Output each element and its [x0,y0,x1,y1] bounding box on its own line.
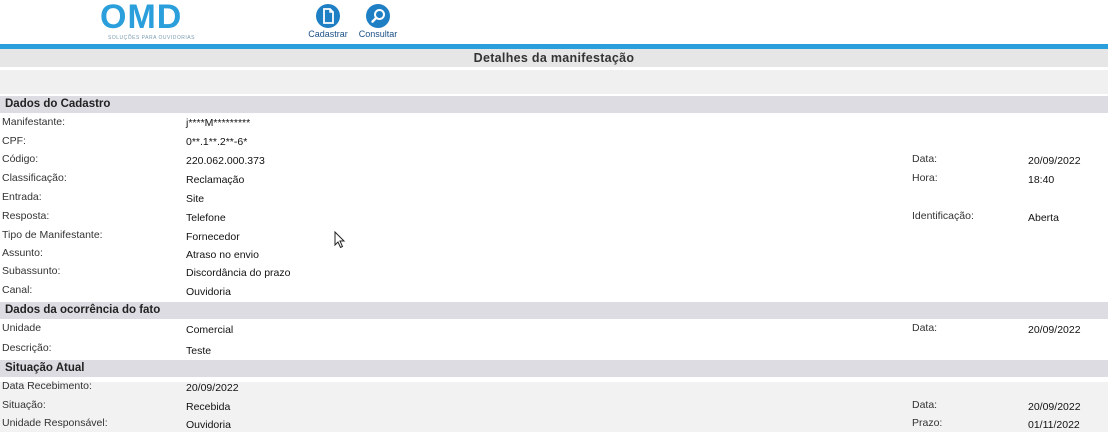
value-classificacao: Reclamação [186,174,245,186]
label-cpf: CPF: [2,135,26,147]
logo-text: OMD [100,0,183,36]
value-data-cadastro: 20/09/2022 [1028,155,1081,167]
cadastrar-button[interactable]: Cadastrar [305,4,351,39]
cadastrar-label: Cadastrar [308,29,348,39]
consultar-label: Consultar [358,29,398,39]
label-canal: Canal: [2,284,33,296]
label-assunto: Assunto: [2,247,43,259]
consultar-button[interactable]: Consultar [356,4,400,39]
search-icon [366,4,390,28]
value-data-recebimento: 20/09/2022 [186,382,239,394]
value-data-situacao: 20/09/2022 [1028,401,1081,413]
section-header-situacao: Situação Atual [0,360,1108,377]
label-classificacao: Classificação: [2,172,67,184]
label-entrada: Entrada: [2,191,42,203]
value-situacao: Recebida [186,401,231,413]
app-header: OMD SOLUÇÕES PARA OUVIDORIAS Cadastrar C… [0,0,1108,44]
label-unidade: Unidade [2,322,42,334]
mouse-pointer-icon [334,230,346,254]
value-resposta: Telefone [186,212,226,224]
value-identificacao: Aberta [1028,212,1059,224]
value-prazo: 01/11/2022 [1028,419,1080,431]
label-prazo: Prazo: [912,417,943,429]
section-header-ocorrencia: Dados da ocorrência do fato [0,302,1108,319]
value-unidade-responsavel: Ouvidoria [186,419,231,431]
label-tipo-manifestante: Tipo de Manifestante: [2,229,103,241]
label-descricao: Descrição: [2,342,52,354]
value-assunto: Atraso no envio [186,249,259,261]
spacer-band [0,70,1108,94]
value-entrada: Site [186,193,205,205]
value-hora: 18:40 [1028,174,1055,186]
label-subassunto: Subassunto: [2,265,61,277]
value-data-ocorrencia: 20/09/2022 [1028,324,1081,336]
label-data-recebimento: Data Recebimento: [2,380,92,392]
label-identificacao: Identificação: [912,210,974,222]
label-codigo: Código: [2,153,39,165]
label-hora: Hora: [912,172,938,184]
omd-logo[interactable]: OMD SOLUÇÕES PARA OUVIDORIAS [100,0,200,42]
value-cpf: 0**.1**.2**-6* [186,136,248,148]
value-codigo: 220.062.000.373 [186,155,265,167]
label-situacao: Situação: [2,399,46,411]
label-unidade-responsavel: Unidade Responsável: [2,417,108,429]
page-title: Detalhes da manifestação [0,49,1108,67]
value-canal: Ouvidoria [186,286,231,298]
value-manifestante: j****M********* [186,117,251,129]
label-data-situacao: Data: [912,399,938,411]
value-tipo-manifestante: Fornecedor [186,231,240,243]
label-manifestante: Manifestante: [2,116,66,128]
document-icon [316,4,340,28]
logo-subtitle: SOLUÇÕES PARA OUVIDORIAS [108,35,195,41]
section-header-cadastro: Dados do Cadastro [0,96,1108,113]
label-data-cadastro: Data: [912,153,938,165]
value-unidade: Comercial [186,324,234,336]
label-resposta: Resposta: [2,210,50,222]
label-data-ocorrencia: Data: [912,322,938,334]
value-descricao: Teste [186,345,212,357]
value-subassunto: Discordância do prazo [186,267,291,279]
